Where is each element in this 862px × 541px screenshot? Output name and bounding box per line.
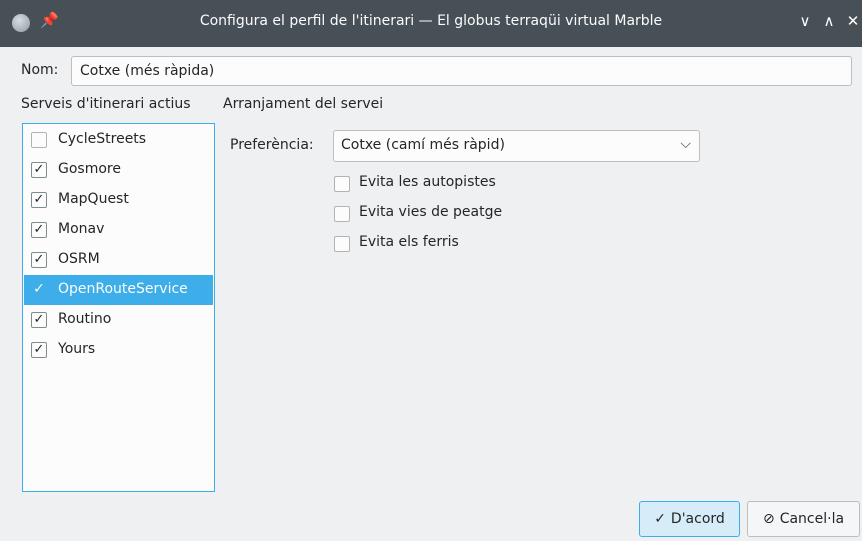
minimize-icon[interactable]: ∨ [797,12,813,30]
ok-button-label: D'acord [670,511,725,527]
ok-button[interactable]: ✓ D'acord [639,501,740,537]
check-icon: ✓ [654,511,666,527]
preference-label: Preferència: [230,137,314,153]
avoid-ferries-checkbox[interactable] [334,236,350,252]
service-label: OSRM [58,251,100,267]
window-title: Configura el perfil de l'itinerari — El … [199,13,663,29]
service-label: Gosmore [58,161,121,177]
service-item[interactable]: ✓ Gosmore [24,155,213,185]
service-checkbox[interactable]: ✓ [31,252,47,268]
service-label: CycleStreets [58,131,147,147]
service-checkbox[interactable]: ✓ [31,162,47,178]
cancel-button[interactable]: ⊘ Cancel·la [747,501,860,537]
service-label: OpenRouteService [58,281,188,297]
service-item[interactable]: ✓ Routino [24,305,213,335]
avoid-motorways-label: Evita les autopistes [359,174,496,190]
avoid-motorways-checkbox[interactable] [334,176,350,192]
services-list[interactable]: CycleStreets ✓ Gosmore ✓ MapQuest ✓ Monav ✓ OSRM… [22,123,215,492]
service-checkbox[interactable]: ✓ [31,282,47,298]
avoid-ferries-label: Evita els ferris [359,234,459,250]
title-bar: 📌 Configura el perfil de l'itinerari — E… [0,0,862,47]
service-checkbox[interactable]: ✓ [31,192,47,208]
preference-value: Cotxe (camí més ràpid) [341,137,505,153]
service-item[interactable]: ✓ OpenRouteService [24,275,213,305]
service-item[interactable]: ✓ Yours [24,335,213,365]
profile-name-input[interactable] [71,56,852,86]
service-item[interactable]: ✓ OSRM [24,245,213,275]
service-item[interactable]: ✓ MapQuest [24,185,213,215]
preference-select[interactable]: Cotxe (camí més ràpid) ⌵ [333,130,700,162]
service-label: Monav [58,221,105,237]
cancel-button-label: Cancel·la [779,511,845,527]
settings-heading: Arranjament del servei [223,96,384,112]
service-checkbox[interactable]: ✓ [31,222,47,238]
service-checkbox[interactable]: ✓ [31,342,47,358]
service-label: Routino [58,311,112,327]
close-icon[interactable]: ✕ [845,12,861,30]
avoid-tolls-label: Evita vies de peatge [359,204,503,220]
chevron-down-icon: ⌵ [680,136,691,152]
services-heading: Serveis d'itinerari actius [21,96,191,112]
service-checkbox[interactable]: ✓ [31,312,47,328]
service-item[interactable]: ✓ Monav [24,215,213,245]
cancel-icon: ⊘ [762,511,775,527]
avoid-tolls-checkbox[interactable] [334,206,350,222]
service-checkbox[interactable] [31,132,47,148]
service-label: Yours [58,341,96,357]
service-item[interactable]: CycleStreets [24,125,213,155]
maximize-icon[interactable]: ∧ [821,12,837,30]
name-label: Nom: [21,62,59,78]
service-label: MapQuest [58,191,129,207]
